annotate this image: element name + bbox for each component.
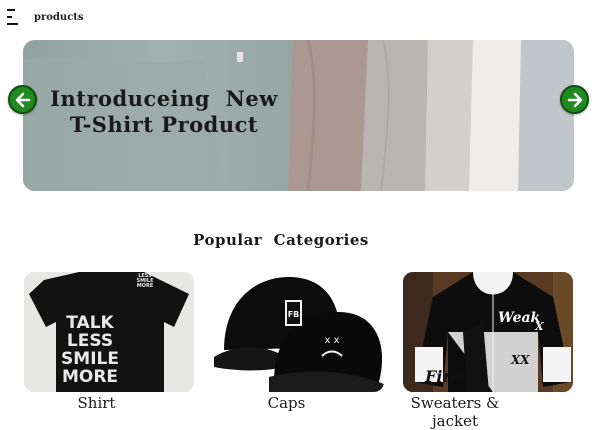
- section-title-popular-categories: Popular Categories: [193, 231, 369, 249]
- category-card-shirt[interactable]: TALK LESS SMILE MORE LESS SMILE MORE: [24, 272, 194, 392]
- caps-image: FB x x: [214, 272, 384, 392]
- category-label-sweaters-jacket[interactable]: Sweaters & jacket: [400, 394, 510, 430]
- sweaters-image: Weak X Fire XX: [403, 272, 573, 392]
- sweater-print-text: Fire: [424, 367, 461, 386]
- nav-link-products[interactable]: products: [34, 12, 84, 23]
- hero-title-line: Introduceing New: [50, 86, 278, 111]
- sweater-print-text: X: [534, 320, 544, 333]
- sweater-print-text: XX: [510, 353, 530, 367]
- shirt-print-text: LESS: [67, 331, 113, 351]
- top-navigation-bar: products: [0, 0, 595, 34]
- category-label-shirt[interactable]: Shirt: [24, 394, 169, 412]
- menu-line: [7, 23, 18, 25]
- category-card-sweaters-jacket[interactable]: Weak X Fire XX: [403, 272, 573, 392]
- hamburger-menu-icon[interactable]: [7, 9, 19, 25]
- category-card-caps[interactable]: FB x x: [214, 272, 384, 392]
- hero-title: Introduceing New T-Shirt Product: [49, 86, 279, 138]
- carousel-prev-button[interactable]: [8, 85, 37, 114]
- shirt-tag-text: MORE: [137, 283, 154, 289]
- hero-title-line: T-Shirt Product: [69, 112, 259, 137]
- cap-face-eyes: x x: [324, 335, 339, 346]
- shirt-print-text: TALK: [66, 313, 114, 333]
- arrow-right-icon: [567, 92, 582, 107]
- arrow-left-icon: [15, 92, 30, 107]
- shirt-print-text: SMILE: [61, 349, 119, 369]
- cap-badge-text: FB: [288, 310, 300, 319]
- shirt-image: TALK LESS SMILE MORE LESS SMILE MORE: [24, 272, 194, 392]
- category-label-caps[interactable]: Caps: [214, 394, 359, 412]
- menu-line: [7, 9, 15, 11]
- shirt-print-text: MORE: [62, 367, 118, 387]
- hero-banner: Introduceing New T-Shirt Product: [23, 40, 574, 191]
- carousel-next-button[interactable]: [560, 85, 589, 114]
- menu-line: [7, 16, 12, 18]
